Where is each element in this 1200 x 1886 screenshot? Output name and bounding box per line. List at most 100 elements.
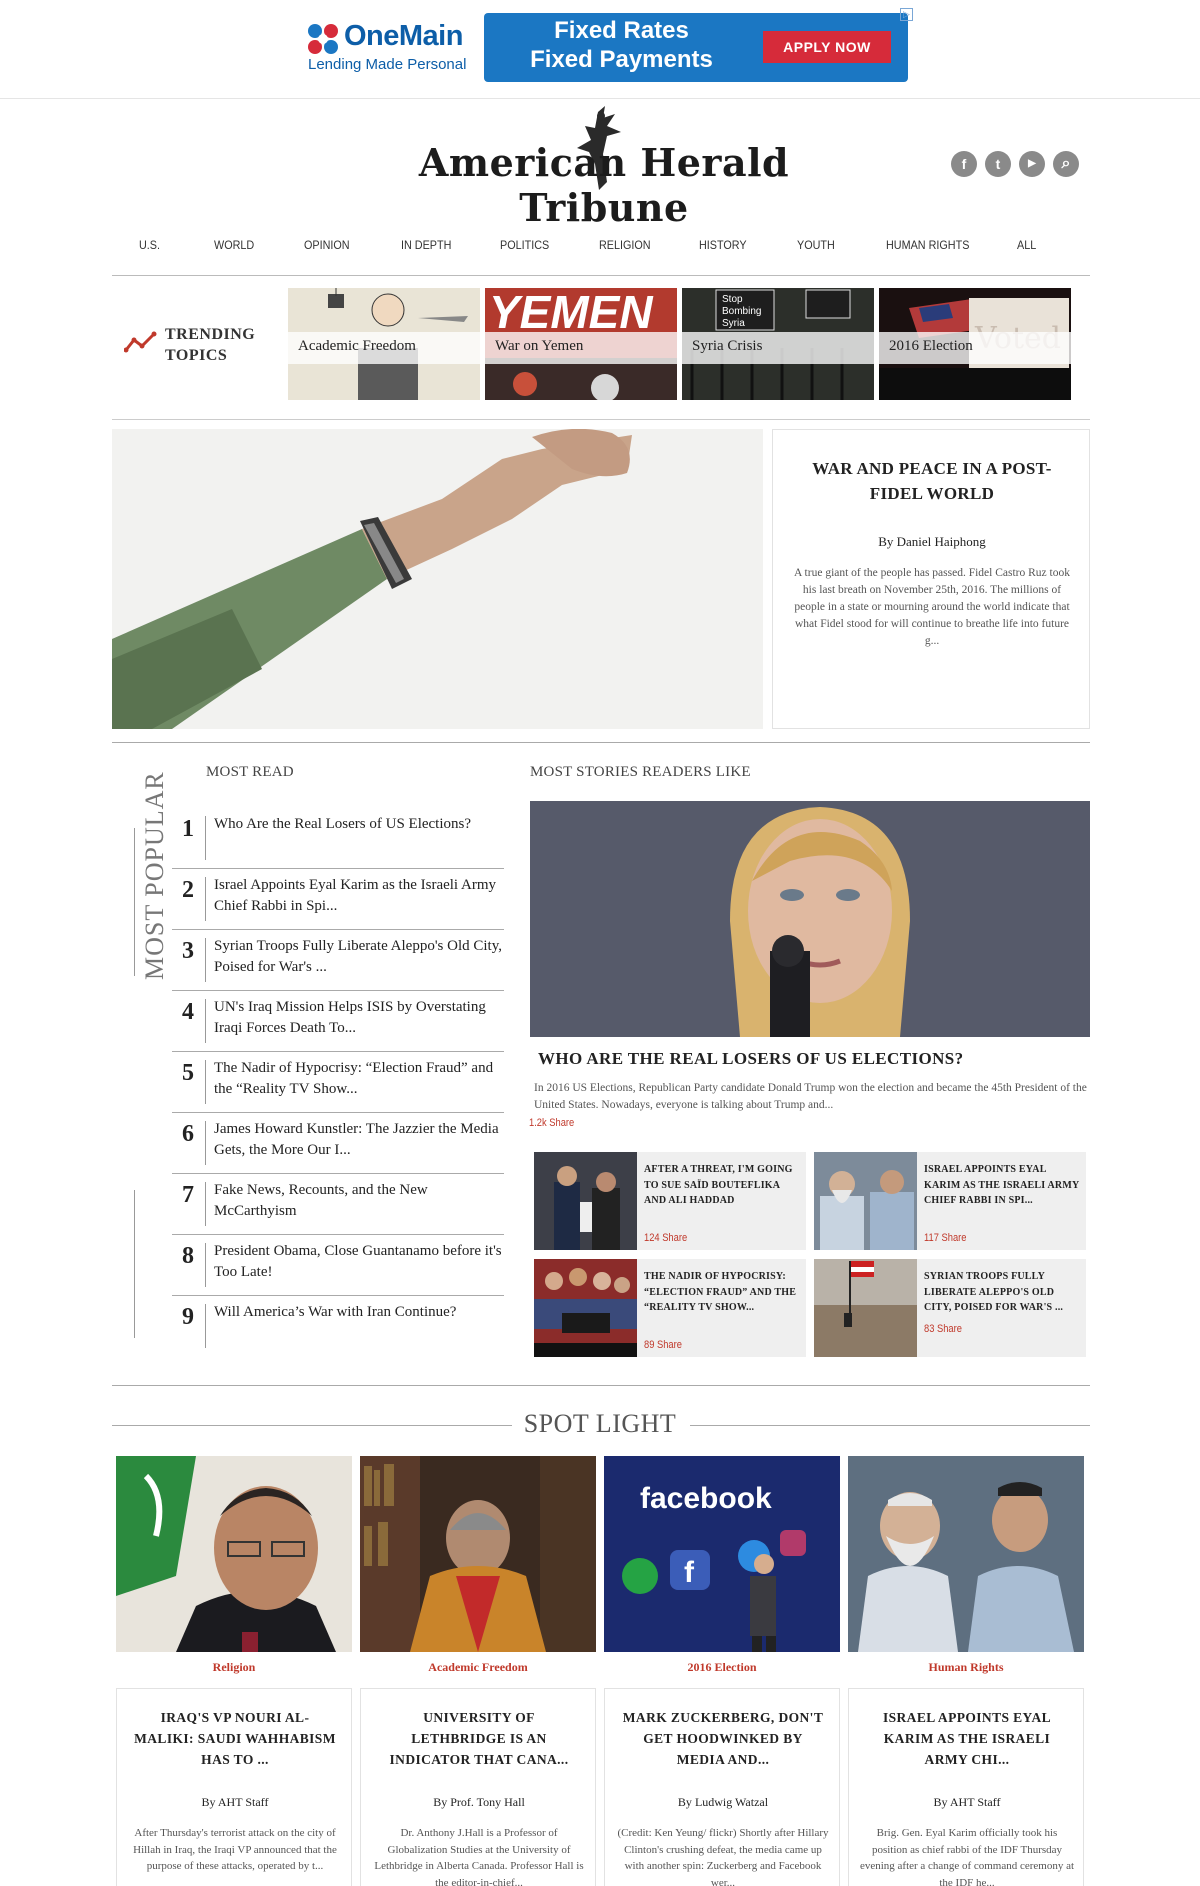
spotlight-image[interactable]: facebook f	[604, 1456, 840, 1652]
onemain-logo[interactable]: OneMain Lending Made Personal	[302, 18, 474, 78]
ad-headline-2: Fixed Payments	[530, 46, 713, 73]
share-count[interactable]: 89 Share	[644, 1339, 682, 1351]
spotlight-author[interactable]: AHT Staff	[950, 1795, 1001, 1809]
mini-card-title[interactable]: ISRAEL APPOINTS EYAL KARIM AS THE ISRAEL…	[924, 1162, 1080, 1209]
spotlight-card[interactable]: Academic Freedom UNIVERSITY OF LETHBRIDG…	[360, 1456, 596, 1886]
byline-prefix: By	[677, 1795, 692, 1809]
youtube-icon[interactable]: ▶	[1019, 151, 1045, 177]
readers-like-mini-card[interactable]: SYRIAN TROOPS FULLY LIBERATE ALEPPO'S OL…	[814, 1259, 1086, 1357]
spotlight-card-body: ISRAEL APPOINTS EYAL KARIM AS THE ISRAEL…	[848, 1688, 1084, 1886]
most-read-title[interactable]: Israel Appoints Eyal Karim as the Israel…	[214, 875, 504, 917]
share-count[interactable]: 117 Share	[924, 1232, 966, 1244]
readers-like-lead-excerpt: In 2016 US Elections, Republican Party c…	[534, 1082, 1087, 1111]
nav-history[interactable]: HISTORY	[699, 238, 747, 252]
apply-now-button[interactable]: APPLY NOW	[763, 31, 891, 63]
twitter-icon[interactable]: t	[985, 151, 1011, 177]
spotlight-author[interactable]: Ludwig Watzal	[695, 1795, 768, 1809]
share-count[interactable]: 124 Share	[644, 1232, 687, 1244]
ad-choices-icon[interactable]: ▷	[900, 8, 913, 21]
masthead: American Herald Tribune f t ▶ ⌕	[0, 100, 1200, 230]
share-count[interactable]: 83 Share	[924, 1323, 962, 1335]
spotlight-category[interactable]: Human Rights	[848, 1660, 1084, 1675]
most-read-item[interactable]: 6 James Howard Kunstler: The Jazzier the…	[172, 1113, 504, 1174]
spotlight-title[interactable]: UNIVERSITY OF LETHBRIDGE IS AN INDICATOR…	[375, 1707, 583, 1770]
facebook-keynote-image: facebook f	[604, 1456, 840, 1652]
nav-politics[interactable]: POLITICS	[500, 238, 549, 252]
spotlight-title[interactable]: ISRAEL APPOINTS EYAL KARIM AS THE ISRAEL…	[863, 1707, 1071, 1770]
mini-card-title[interactable]: SYRIAN TROOPS FULLY LIBERATE ALEPPO'S OL…	[924, 1269, 1080, 1316]
search-icon[interactable]: ⌕	[1053, 151, 1079, 177]
nav-opinion[interactable]: OPINION	[304, 238, 350, 252]
trend-card-academic-freedom[interactable]: Academic Freedom	[288, 288, 480, 400]
nav-us[interactable]: U.S.	[139, 238, 160, 252]
ad-creative[interactable]: Fixed Rates Fixed Payments APPLY NOW	[484, 13, 908, 82]
most-read-title[interactable]: President Obama, Close Guantanamo before…	[214, 1241, 504, 1283]
trend-card-syria-crisis[interactable]: Stop Bombing Syria Syria Crisis	[682, 288, 874, 400]
most-read-title[interactable]: Fake News, Recounts, and the New McCarth…	[214, 1180, 504, 1222]
readers-like-lead-title[interactable]: WHO ARE THE REAL LOSERS OF US ELECTIONS?	[538, 1049, 1098, 1069]
spotlight-category[interactable]: Religion	[116, 1660, 352, 1675]
spotlight-category[interactable]: Academic Freedom	[360, 1660, 596, 1675]
most-read-title[interactable]: UN's Iraq Mission Helps ISIS by Overstat…	[214, 997, 504, 1039]
readers-like-lead-image[interactable]	[530, 801, 1090, 1037]
rank-divider	[205, 938, 206, 982]
most-read-title[interactable]: James Howard Kunstler: The Jazzier the M…	[214, 1119, 504, 1161]
ad-headline-1: Fixed Rates	[554, 17, 689, 44]
most-read-item[interactable]: 4 UN's Iraq Mission Helps ISIS by Overst…	[172, 991, 504, 1052]
spotlight-card[interactable]: Religion IRAQ'S VP NOURI AL-MALIKI: SAUD…	[116, 1456, 352, 1886]
spotlight-author[interactable]: AHT Staff	[218, 1795, 269, 1809]
most-read-title[interactable]: Who Are the Real Losers of US Elections?	[214, 814, 504, 835]
most-read-title[interactable]: Will America’s War with Iran Continue?	[214, 1302, 504, 1323]
most-read-item[interactable]: 9 Will America’s War with Iran Continue?	[172, 1296, 504, 1357]
most-read-item[interactable]: 1 Who Are the Real Losers of US Election…	[172, 808, 504, 869]
rank-number: 2	[182, 877, 194, 903]
featured-story: WAR AND PEACE IN A POST-FIDEL WORLD By D…	[112, 429, 1090, 729]
readers-like-mini-card[interactable]: AFTER A THREAT, I'M GOING TO SUE SAÏD BO…	[534, 1152, 806, 1250]
most-read-item[interactable]: 8 President Obama, Close Guantanamo befo…	[172, 1235, 504, 1296]
rank-number: 1	[182, 816, 194, 842]
spotlight-card[interactable]: Human Rights ISRAEL APPOINTS EYAL KARIM …	[848, 1456, 1084, 1886]
most-read-item[interactable]: 7 Fake News, Recounts, and the New McCar…	[172, 1174, 504, 1235]
spotlight-byline: By AHT Staff	[849, 1795, 1085, 1810]
spotlight-author[interactable]: Prof. Tony Hall	[450, 1795, 525, 1809]
press-conference-image	[534, 1152, 637, 1250]
nav-in-depth[interactable]: IN DEPTH	[401, 238, 451, 252]
featured-image[interactable]	[112, 429, 763, 729]
mini-card-title[interactable]: THE NADIR OF HYPOCRISY: “ELECTION FRAUD”…	[644, 1269, 800, 1316]
most-read-item[interactable]: 2 Israel Appoints Eyal Karim as the Isra…	[172, 869, 504, 930]
spotlight-image[interactable]	[848, 1456, 1084, 1652]
most-read-item[interactable]: 5 The Nadir of Hypocrisy: “Election Frau…	[172, 1052, 504, 1113]
vertical-rule-bottom	[134, 1190, 135, 1338]
trend-card-war-on-yemen[interactable]: YEMEN War on Yemen	[485, 288, 677, 400]
nav-religion[interactable]: RELIGION	[599, 238, 651, 252]
mini-card-image	[534, 1152, 637, 1250]
advertisement-banner[interactable]: OneMain Lending Made Personal Fixed Rate…	[0, 0, 1200, 99]
spotlight-title[interactable]: IRAQ'S VP NOURI AL-MALIKI: SAUDI WAHHABI…	[131, 1707, 339, 1770]
most-read-item[interactable]: 3 Syrian Troops Fully Liberate Aleppo's …	[172, 930, 504, 991]
share-count[interactable]: 1.2k Share	[529, 1117, 574, 1129]
featured-story-title[interactable]: WAR AND PEACE IN A POST-FIDEL WORLD	[793, 456, 1071, 506]
nav-youth[interactable]: YOUTH	[797, 238, 835, 252]
readers-like-mini-card[interactable]: THE NADIR OF HYPOCRISY: “ELECTION FRAUD”…	[534, 1259, 806, 1357]
rank-number: 3	[182, 938, 194, 964]
nav-world[interactable]: WORLD	[214, 238, 254, 252]
spotlight-excerpt: Brig. Gen. Eyal Karim officially took hi…	[859, 1827, 1075, 1886]
nav-all[interactable]: ALL	[1017, 238, 1036, 252]
spotlight-category[interactable]: 2016 Election	[604, 1660, 840, 1675]
most-read-title[interactable]: Syrian Troops Fully Liberate Aleppo's Ol…	[214, 936, 504, 978]
facebook-icon[interactable]: f	[951, 151, 977, 177]
spotlight-image[interactable]	[360, 1456, 596, 1652]
site-logo[interactable]: American Herald Tribune	[400, 104, 800, 230]
readers-like-mini-card[interactable]: ISRAEL APPOINTS EYAL KARIM AS THE ISRAEL…	[814, 1152, 1086, 1250]
featured-story-card[interactable]: WAR AND PEACE IN A POST-FIDEL WORLD By D…	[772, 429, 1090, 729]
mini-card-title[interactable]: AFTER A THREAT, I'M GOING TO SUE SAÏD BO…	[644, 1162, 800, 1209]
most-read-title[interactable]: The Nadir of Hypocrisy: “Election Fraud”…	[214, 1058, 504, 1100]
trend-card-2016-election[interactable]: Voted 2016 Election	[879, 288, 1071, 400]
spotlight-title[interactable]: MARK ZUCKERBERG, DON'T GET HOODWINKED BY…	[619, 1707, 827, 1770]
spotlight-card[interactable]: facebook f 2016 Election MARK ZUCKERBERG…	[604, 1456, 840, 1886]
nav-human-rights[interactable]: HUMAN RIGHTS	[886, 238, 969, 252]
featured-story-author[interactable]: Daniel Haiphong	[897, 534, 986, 549]
politician-portrait-image	[116, 1456, 352, 1652]
portrait-painting-image	[530, 801, 1090, 1037]
spotlight-image[interactable]	[116, 1456, 352, 1652]
